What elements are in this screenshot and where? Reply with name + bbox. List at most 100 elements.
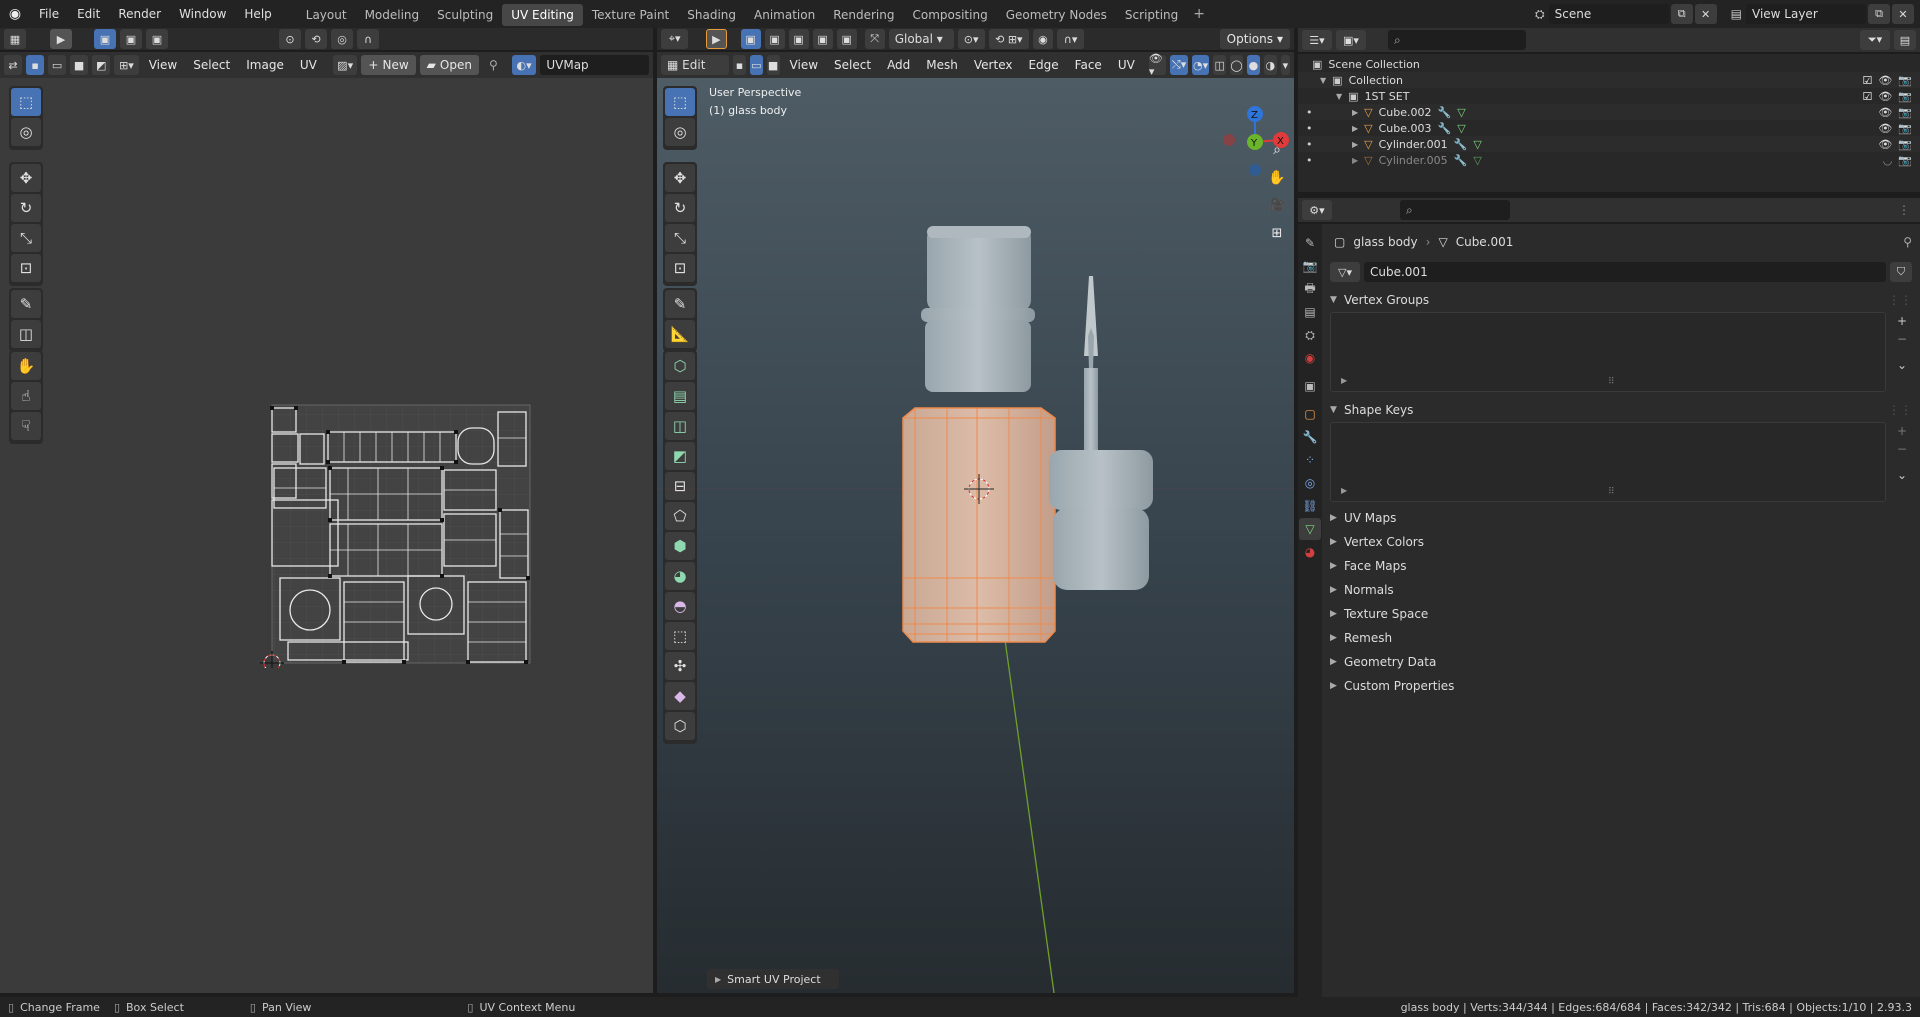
tab-layout[interactable]: Layout <box>297 4 356 26</box>
vertex-group-menu-icon[interactable]: ⌄ <box>1892 358 1912 372</box>
gizmo-toggle-icon[interactable]: ⤭▾ <box>1170 55 1188 75</box>
menu-render[interactable]: Render <box>109 0 170 28</box>
uv-menu-image[interactable]: Image <box>240 55 290 75</box>
properties-search-input[interactable]: ⌕ <box>1400 200 1510 220</box>
world-tab-icon[interactable]: ◉ <box>1299 347 1321 369</box>
shape-keys-panel-header[interactable]: ▼ Shape Keys ⋮⋮ <box>1330 398 1912 422</box>
overlay-toggle-icon[interactable]: ◔▾ <box>1191 55 1210 75</box>
object-tab-icon[interactable]: ▢ <box>1299 403 1321 425</box>
checkbox-icon[interactable]: ☑ <box>1862 74 1872 87</box>
image-browse-icon[interactable]: ▨▾ <box>332 55 358 75</box>
outliner-row[interactable]: • ▶ ▽ Cylinder.005 🔧 ▽ ◡ 📷 <box>1298 152 1920 168</box>
menu-edit[interactable]: Edit <box>68 0 109 28</box>
filter-icon[interactable]: ⏷▾ <box>1860 30 1890 50</box>
outliner-row[interactable]: • ▶ ▽ Cube.003 🔧 ▽ 👁 📷 <box>1298 120 1920 136</box>
viewport-editor-type-icon[interactable]: ⌖▾ <box>661 29 689 49</box>
add-vertex-group-icon[interactable]: + <box>1892 314 1912 328</box>
blender-logo-icon[interactable]: ◉ <box>0 6 30 22</box>
viewport-select-extend-icon[interactable]: ▣ <box>764 29 785 49</box>
tab-sculpting[interactable]: Sculpting <box>428 4 502 26</box>
scene-icon[interactable]: ⛭ <box>1531 7 1549 22</box>
scale-tool-icon[interactable]: ⤡ <box>11 224 41 252</box>
viewport-menu-view[interactable]: View <box>784 55 824 75</box>
solid-shading-icon[interactable]: ● <box>1247 55 1260 75</box>
uv-sync-icon[interactable]: ⇄ <box>4 55 23 75</box>
custom-properties-panel-header[interactable]: ▶ Custom Properties <box>1330 674 1912 698</box>
tab-texture-paint[interactable]: Texture Paint <box>583 4 678 26</box>
output-tab-icon[interactable]: 🖶 <box>1299 278 1321 300</box>
viewport-menu-select[interactable]: Select <box>828 55 877 75</box>
list-resize-icon[interactable]: ⠿ <box>1608 487 1615 497</box>
eye-icon[interactable]: 👁 <box>1878 122 1892 135</box>
uv-menu-view[interactable]: View <box>143 55 183 75</box>
vertex-mode-icon[interactable]: ▪ <box>733 55 746 75</box>
texture-space-panel-header[interactable]: ▶ Texture Space <box>1330 602 1912 626</box>
viewport-menu-edge[interactable]: Edge <box>1022 55 1064 75</box>
view-layer-field[interactable]: View Layer <box>1746 4 1866 24</box>
eye-icon[interactable]: 👁 <box>1878 138 1892 151</box>
outliner-row[interactable]: • ▶ ▽ Cube.002 🔧 ▽ 👁 📷 <box>1298 104 1920 120</box>
viewport-select-intersect-icon[interactable]: ▣ <box>836 29 857 49</box>
expand-arrow-icon[interactable]: ▼ <box>1336 92 1342 101</box>
drag-handle-icon[interactable]: ⋮⋮ <box>1888 403 1912 417</box>
view-layer-tab-icon[interactable]: ▤ <box>1299 301 1321 323</box>
remove-shape-key-icon[interactable]: − <box>1892 442 1912 456</box>
remove-vertex-group-icon[interactable]: − <box>1892 332 1912 346</box>
viewport-proportional-icon[interactable]: ◉ <box>1032 29 1053 49</box>
scene-delete-icon[interactable]: ✕ <box>1694 4 1717 24</box>
uv-maps-panel-header[interactable]: ▶ UV Maps <box>1330 506 1912 530</box>
tool-tab-icon[interactable]: ✎ <box>1299 232 1321 254</box>
remesh-panel-header[interactable]: ▶ Remesh <box>1330 626 1912 650</box>
transform-orientation-icon[interactable]: ⤧ <box>864 29 885 49</box>
add-workspace-icon[interactable]: + <box>1187 6 1211 22</box>
material-tab-icon[interactable]: ◕ <box>1299 541 1321 563</box>
list-expand-icon[interactable]: ▶ <box>1341 376 1347 385</box>
tab-rendering[interactable]: Rendering <box>824 4 903 26</box>
viewport-snap-icon[interactable]: ⟲ ⊞▾ <box>988 29 1029 49</box>
eye-icon[interactable]: 👁 <box>1878 106 1892 119</box>
pivot-icon[interactable]: ⊙ <box>279 29 301 49</box>
edge-select-icon[interactable]: ▭ <box>48 55 67 75</box>
outliner-row[interactable]: ▼ ▣ Collection ☑ 👁 📷 <box>1298 72 1920 88</box>
pinch-tool-icon[interactable]: ☟ <box>11 412 41 440</box>
viewport-3d[interactable]: User Perspective (1) glass body ⬚ ◎ ✥ ↻ … <box>657 78 1294 993</box>
panel-options-icon[interactable]: ⋮ <box>1898 203 1910 217</box>
tab-scripting[interactable]: Scripting <box>1116 4 1187 26</box>
annotate-tool-icon[interactable]: ✎ <box>11 290 41 318</box>
snap-icon[interactable]: ⟲ <box>305 29 327 49</box>
rotate-tool-icon[interactable]: ↻ <box>11 194 41 222</box>
open-image-button[interactable]: ▰ Open <box>419 55 479 75</box>
modifier-tab-icon[interactable]: 🔧 <box>1299 426 1321 448</box>
grab-tool-icon[interactable]: ✋ <box>11 352 41 380</box>
expand-arrow-icon[interactable]: ▶ <box>1352 156 1358 165</box>
island-select-icon[interactable]: ◩ <box>92 55 111 75</box>
display-mode-icon[interactable]: ▣▾ <box>1336 30 1366 50</box>
tab-modeling[interactable]: Modeling <box>356 4 429 26</box>
vertex-groups-panel-header[interactable]: ▼ Vertex Groups ⋮⋮ <box>1330 288 1912 312</box>
viewport-select-invert-icon[interactable]: ▣ <box>812 29 833 49</box>
pin-icon[interactable]: ⚲ <box>1903 235 1912 249</box>
shading-options-icon[interactable]: ▾ <box>1280 55 1291 75</box>
viewport-select-mode-icon[interactable]: ▣ <box>740 29 761 49</box>
uv-layout-canvas[interactable] <box>258 398 538 668</box>
outliner-row[interactable]: ▼ ▣ 1ST SET ☑ 👁 📷 <box>1298 88 1920 104</box>
camera-icon[interactable]: 📷 <box>1898 106 1912 119</box>
outliner-search-input[interactable]: ⌕ <box>1388 30 1526 50</box>
vertex-groups-list[interactable]: ▶ ⠿ + − ⌄ <box>1330 312 1912 392</box>
vertex-select-icon[interactable]: ▪ <box>26 55 45 75</box>
viewport-menu-vertex[interactable]: Vertex <box>968 55 1019 75</box>
sticky-select-icon[interactable]: ⊞▾ <box>114 55 139 75</box>
camera-icon[interactable]: 📷 <box>1898 154 1912 167</box>
select-mode-extend-icon[interactable]: ▣ <box>120 29 142 49</box>
viewport-menu-face[interactable]: Face <box>1069 55 1108 75</box>
constraints-tab-icon[interactable]: ⛓ <box>1299 495 1321 517</box>
face-select-icon[interactable]: ■ <box>70 55 89 75</box>
select-tool-icon[interactable]: ▶ <box>50 29 72 49</box>
menu-file[interactable]: File <box>30 0 68 28</box>
mode-dropdown[interactable]: ▦ Edit Mode ▾ <box>661 55 730 92</box>
fake-user-icon[interactable]: ⛉ <box>1890 262 1912 282</box>
tab-uv-editing[interactable]: UV Editing <box>502 3 583 26</box>
viewport-select-subtract-icon[interactable]: ▣ <box>788 29 809 49</box>
rip-tool-icon[interactable]: ◫ <box>11 320 41 348</box>
expand-arrow-icon[interactable]: ▶ <box>1352 108 1358 117</box>
